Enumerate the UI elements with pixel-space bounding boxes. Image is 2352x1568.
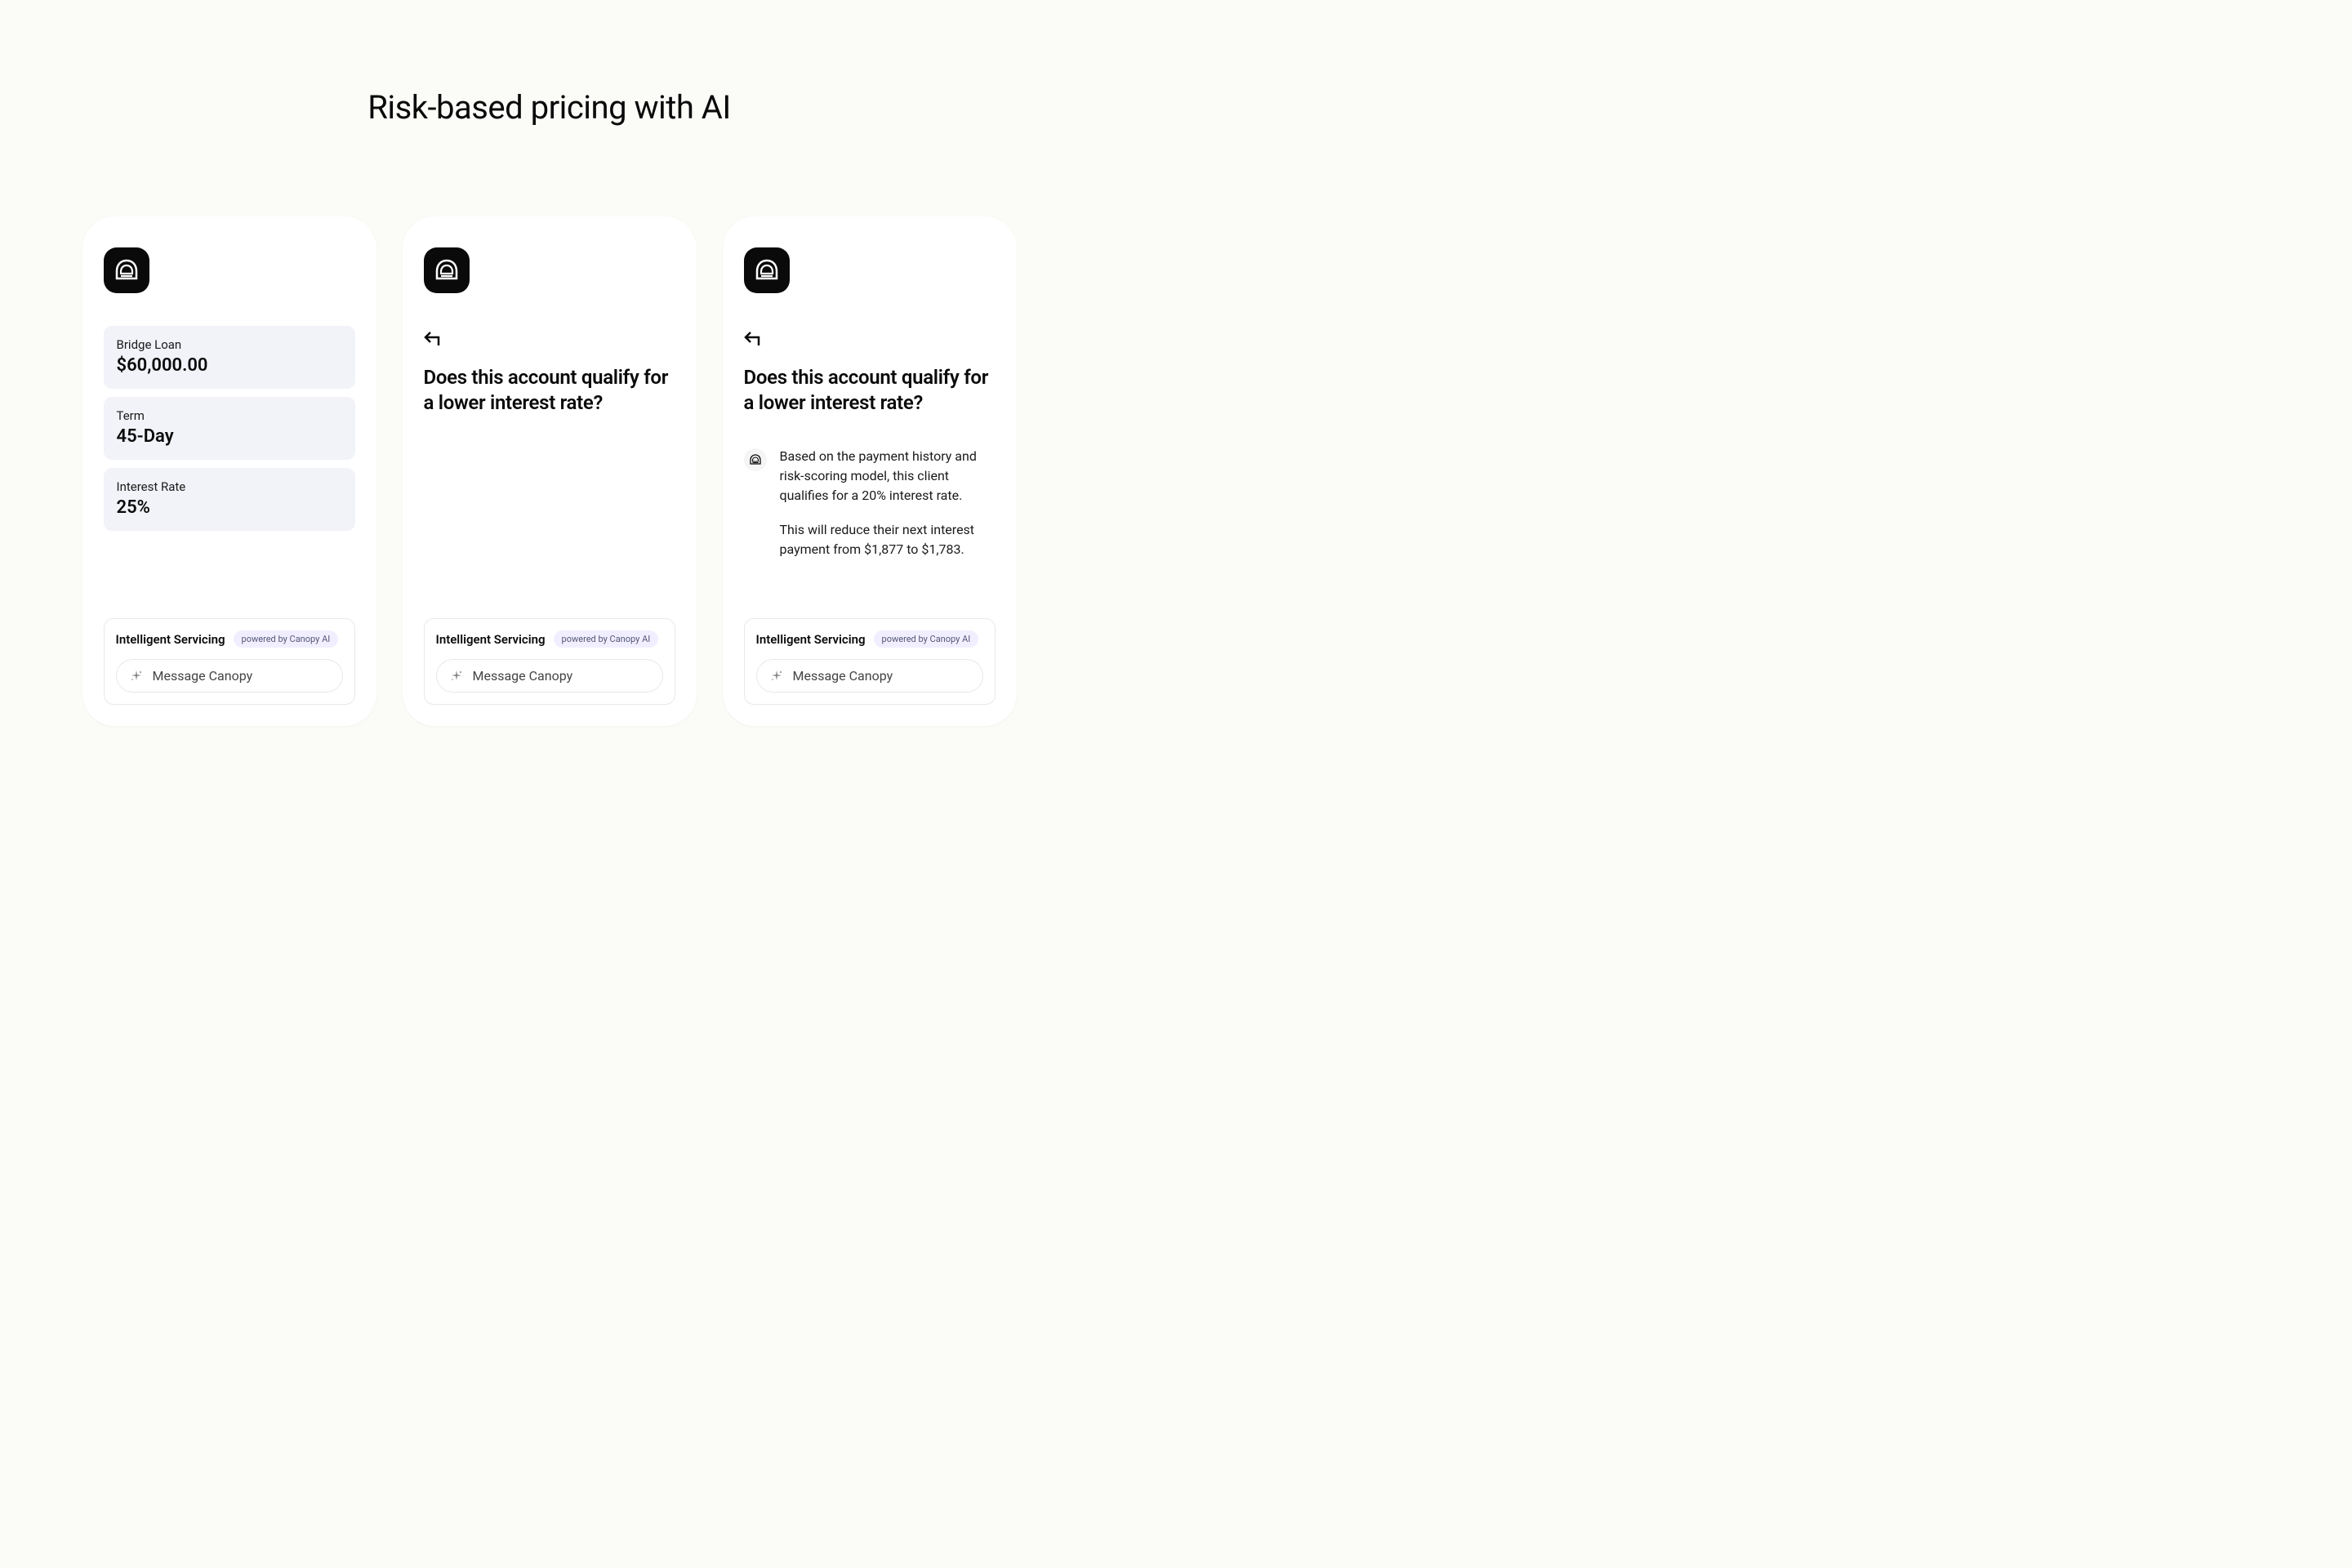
servicing-title: Intelligent Servicing bbox=[116, 632, 225, 647]
term-value: 45-Day bbox=[117, 426, 342, 447]
term-block: Term 45-Day bbox=[104, 397, 355, 460]
servicing-panel: Intelligent Servicing powered by Canopy … bbox=[424, 618, 675, 705]
servicing-header: Intelligent Servicing powered by Canopy … bbox=[436, 630, 663, 648]
sparkle-icon bbox=[770, 670, 783, 683]
servicing-badge: powered by Canopy AI bbox=[874, 630, 979, 648]
servicing-badge: powered by Canopy AI bbox=[234, 630, 339, 648]
loan-details-card: Bridge Loan $60,000.00 Term 45-Day Inter… bbox=[82, 216, 376, 726]
servicing-title: Intelligent Servicing bbox=[436, 632, 546, 647]
ai-response-p1: Based on the payment history and risk-sc… bbox=[780, 447, 996, 506]
cards-container: Bridge Loan $60,000.00 Term 45-Day Inter… bbox=[0, 216, 1098, 726]
term-label: Term bbox=[117, 408, 342, 423]
message-placeholder: Message Canopy bbox=[473, 668, 573, 684]
question-text: Does this account qualify for a lower in… bbox=[744, 365, 996, 416]
message-input[interactable]: Message Canopy bbox=[756, 659, 983, 693]
response-card: Does this account qualify for a lower in… bbox=[723, 216, 1017, 726]
servicing-header: Intelligent Servicing powered by Canopy … bbox=[756, 630, 983, 648]
ai-response-p2: This will reduce their next interest pay… bbox=[780, 520, 996, 559]
servicing-panel: Intelligent Servicing powered by Canopy … bbox=[744, 618, 996, 705]
canopy-logo-icon bbox=[744, 247, 790, 293]
servicing-title: Intelligent Servicing bbox=[756, 632, 866, 647]
loan-amount-value: $60,000.00 bbox=[117, 355, 342, 376]
message-input[interactable]: Message Canopy bbox=[436, 659, 663, 693]
ai-response-text: Based on the payment history and risk-sc… bbox=[780, 447, 996, 559]
servicing-badge: powered by Canopy AI bbox=[554, 630, 659, 648]
rate-value: 25% bbox=[117, 497, 342, 518]
sparkle-icon bbox=[130, 670, 143, 683]
loan-amount-label: Bridge Loan bbox=[117, 337, 342, 352]
rate-label: Interest Rate bbox=[117, 479, 342, 494]
message-input[interactable]: Message Canopy bbox=[116, 659, 343, 693]
loan-amount-block: Bridge Loan $60,000.00 bbox=[104, 326, 355, 389]
message-placeholder: Message Canopy bbox=[793, 668, 893, 684]
canopy-logo-icon bbox=[104, 247, 149, 293]
question-text: Does this account qualify for a lower in… bbox=[424, 365, 675, 416]
sparkle-icon bbox=[450, 670, 463, 683]
message-placeholder: Message Canopy bbox=[153, 668, 253, 684]
ai-response: Based on the payment history and risk-sc… bbox=[744, 447, 996, 559]
servicing-panel: Intelligent Servicing powered by Canopy … bbox=[104, 618, 355, 705]
rate-block: Interest Rate 25% bbox=[104, 468, 355, 531]
page-title: Risk-based pricing with AI bbox=[0, 0, 1098, 127]
servicing-header: Intelligent Servicing powered by Canopy … bbox=[116, 630, 343, 648]
reply-icon bbox=[424, 329, 675, 352]
canopy-small-icon bbox=[744, 448, 767, 471]
canopy-logo-icon bbox=[424, 247, 470, 293]
reply-icon bbox=[744, 329, 996, 352]
question-card: Does this account qualify for a lower in… bbox=[403, 216, 697, 726]
